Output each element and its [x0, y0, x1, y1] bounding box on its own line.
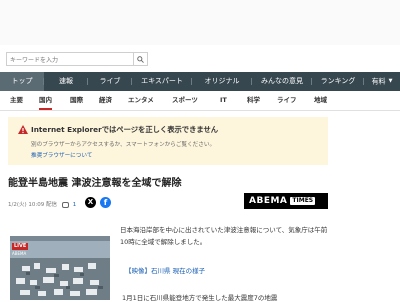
publisher-logo[interactable]: ABEMA TIMES	[244, 193, 328, 209]
warning-icon	[18, 125, 28, 134]
comment-count[interactable]: 1	[73, 202, 77, 208]
warning-text: 別のブラウザーからアクセスするか、スマートフォンからご覧ください。	[31, 142, 216, 148]
tab-main[interactable]: 主要	[10, 91, 23, 110]
tab-region[interactable]: 地域	[314, 91, 327, 110]
article-body-continued: 1月1日に石川県能登地方で発生した最大震度7の地震	[122, 294, 278, 302]
tab-life[interactable]: ライフ	[277, 91, 297, 110]
share-x-button[interactable]: X	[85, 197, 96, 208]
nav-live[interactable]: ライブ	[88, 72, 132, 91]
tab-economy[interactable]: 経済	[99, 91, 112, 110]
nav-expert[interactable]: エキスパート	[132, 72, 192, 91]
primary-nav: トップ 速報 ライブ エキスパート オリジナル みんなの意見 ランキング 有料 ▼	[0, 72, 400, 91]
search-button[interactable]	[134, 52, 148, 66]
nav-ranking[interactable]: ランキング	[312, 72, 364, 91]
chevron-down-icon: ▼	[388, 78, 393, 84]
search-icon	[137, 56, 144, 63]
video-thumbnail[interactable]: LIVE ABEMA	[10, 236, 110, 300]
tab-sports[interactable]: スポーツ	[172, 91, 198, 110]
secondary-nav: 主要 国内 国際 経済 エンタメ スポーツ IT 科学 ライフ 地域	[0, 91, 400, 111]
nav-top[interactable]: トップ	[0, 72, 44, 91]
tab-entertainment[interactable]: エンタメ	[128, 91, 154, 110]
x-logo-icon: X	[87, 198, 94, 206]
recommended-browser-link[interactable]: 推奨ブラウザーについて	[31, 151, 92, 159]
tab-it[interactable]: IT	[220, 91, 227, 110]
nav-opinions[interactable]: みんなの意見	[252, 72, 312, 91]
comment-icon[interactable]	[61, 201, 69, 208]
nav-paid[interactable]: 有料 ▼	[364, 72, 400, 91]
warning-title: Internet Explorerではページを正しく表示できません	[31, 125, 219, 134]
tab-international[interactable]: 国際	[70, 91, 83, 110]
top-header-area	[0, 0, 400, 45]
video-caption-link[interactable]: 【映像】石川県 現在の様子	[125, 265, 205, 275]
article-headline: 能登半島地震 津波注意報を全域で解除	[8, 178, 182, 189]
article-meta: 1/2(火) 10:09 配信 1	[8, 200, 76, 208]
channel-label: ABEMA	[12, 251, 27, 256]
nav-breaking[interactable]: 速報	[44, 72, 88, 91]
tab-science[interactable]: 科学	[247, 91, 260, 110]
browser-warning: Internet Explorerではページを正しく表示できません 別のブラウザ…	[8, 117, 328, 165]
share-facebook-button[interactable]: f	[100, 197, 111, 208]
facebook-logo-icon: f	[103, 198, 108, 207]
live-badge: LIVE	[12, 243, 29, 250]
tab-domestic[interactable]: 国内	[39, 91, 52, 110]
nav-original[interactable]: オリジナル	[192, 72, 252, 91]
publish-date: 1/2(火) 10:09 配信	[8, 202, 57, 208]
article-body: 日本海沿岸部を中心に出されていた津波注意報について、気象庁は午前10時に全域で解…	[120, 226, 328, 246]
search-input[interactable]	[6, 52, 134, 66]
